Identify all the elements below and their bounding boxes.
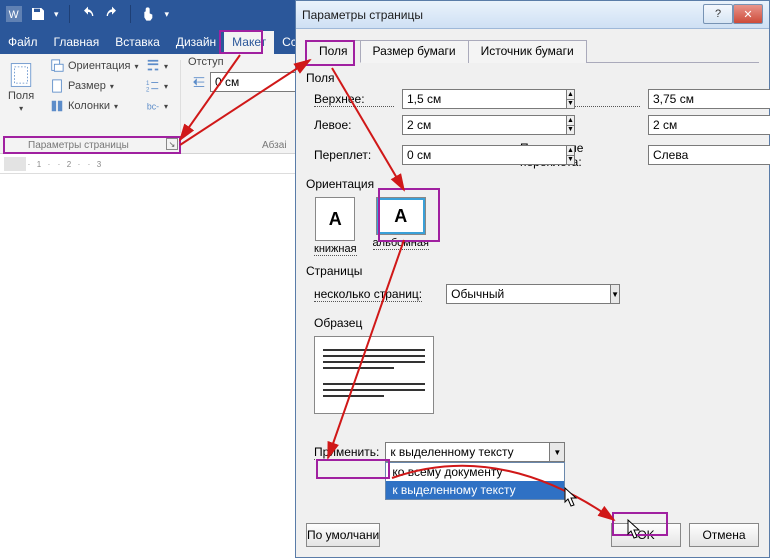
word-icon: W <box>6 6 22 22</box>
dlg-tab-paper[interactable]: Размер бумаги <box>360 40 469 63</box>
svg-text:bc-: bc- <box>147 102 159 112</box>
label-multipages: несколько страниц: <box>314 287 422 302</box>
input-gutter[interactable]: ▲▼ <box>402 145 512 165</box>
combo-gutterpos[interactable]: ▼ <box>648 145 748 165</box>
label-left: Левое: <box>314 118 394 132</box>
apply-option-selection[interactable]: к выделенному тексту <box>386 481 564 499</box>
apply-dropdown-list: ко всему документу к выделенному тексту <box>385 462 565 500</box>
qat-dropdown-icon[interactable]: ▾ <box>54 9 59 20</box>
indent-label: Отступ <box>188 56 276 68</box>
indent-left-row: ▲▼ <box>188 72 276 92</box>
tab-home[interactable]: Главная <box>46 31 108 54</box>
document-area[interactable] <box>0 174 295 558</box>
dialog-title: Параметры страницы <box>302 8 423 22</box>
margins-icon <box>8 62 34 88</box>
save-icon[interactable] <box>30 6 46 22</box>
orientation-button[interactable]: Ориентация▾ <box>46 56 142 76</box>
close-button[interactable]: ✕ <box>733 4 763 24</box>
orientation-icon <box>50 59 64 73</box>
tab-insert[interactable]: Вставка <box>107 31 168 54</box>
label-top: Верхнее: <box>314 92 394 107</box>
dialog-titlebar[interactable]: Параметры страницы ? ✕ <box>296 1 769 29</box>
qat-more-icon[interactable]: ▾ <box>165 9 170 20</box>
section-margins: Поля <box>306 71 759 85</box>
line-numbers-button[interactable]: 12▾ <box>142 76 172 96</box>
section-pages: Страницы <box>306 264 759 278</box>
combo-apply[interactable]: ▼ ко всему документу к выделенному текст… <box>385 442 565 462</box>
group-paragraph-label: Абзаі <box>262 140 287 151</box>
section-orientation: Ориентация <box>306 177 759 191</box>
size-icon <box>50 79 64 93</box>
ok-button[interactable]: OK <box>611 523 681 547</box>
svg-text:W: W <box>9 9 20 21</box>
cancel-button[interactable]: Отмена <box>689 523 759 547</box>
columns-button[interactable]: Колонки▾ <box>46 96 142 116</box>
breaks-button[interactable]: ▾ <box>142 56 172 76</box>
hyphenation-button[interactable]: bc-▾ <box>142 96 172 116</box>
indent-left-input[interactable]: ▲▼ <box>210 72 272 92</box>
svg-text:2: 2 <box>146 86 150 93</box>
dlg-tab-fields[interactable]: Поля <box>306 40 361 63</box>
ribbon-tabs: Файл Главная Вставка Дизайн Макет Ссы <box>0 28 295 54</box>
input-left[interactable]: ▲▼ <box>402 115 512 135</box>
preview-thumbnail <box>314 336 434 414</box>
tab-layout[interactable]: Макет <box>224 31 274 54</box>
dlg-tab-source[interactable]: Источник бумаги <box>468 40 587 63</box>
input-bottom[interactable]: ▲▼ <box>648 89 748 109</box>
hyphenation-icon: bc- <box>146 99 160 113</box>
margins-button[interactable]: Поля ▾ <box>2 58 40 117</box>
tab-file[interactable]: Файл <box>0 31 46 54</box>
page-setup-dialog: Параметры страницы ? ✕ Поля Размер бумаг… <box>295 0 770 558</box>
undo-icon[interactable] <box>80 6 96 22</box>
apply-option-whole[interactable]: ко всему документу <box>386 463 564 481</box>
orientation-portrait[interactable]: A книжная <box>314 197 357 256</box>
ribbon: Поля ▾ Ориентация▾ Размер▾ Колонки▾ ▾ 12… <box>0 54 295 154</box>
label-gutter: Переплет: <box>314 148 394 162</box>
indent-left-icon <box>192 75 206 89</box>
redo-icon[interactable] <box>104 6 120 22</box>
orientation-landscape[interactable]: A альбомная <box>373 197 429 256</box>
ruler: ·1·· 2··3 <box>0 154 295 174</box>
line-numbers-icon: 12 <box>146 79 160 93</box>
default-button[interactable]: По умолчани <box>306 523 380 547</box>
qat: W ▾ ▾ <box>0 0 295 28</box>
breaks-icon <box>146 59 160 73</box>
label-apply: Применить: <box>314 445 379 460</box>
input-top[interactable]: ▲▼ <box>402 89 512 109</box>
tab-design[interactable]: Дизайн <box>168 31 224 54</box>
size-button[interactable]: Размер▾ <box>46 76 142 96</box>
combo-multipages[interactable]: ▼ <box>446 284 606 304</box>
group-page-setup-label: Параметры страницы <box>28 140 129 151</box>
touch-mode-icon[interactable] <box>141 6 157 22</box>
dialog-tabs: Поля Размер бумаги Источник бумаги <box>306 39 759 63</box>
page-setup-launcher[interactable]: ↘ <box>166 138 178 150</box>
help-button[interactable]: ? <box>703 4 733 24</box>
section-preview: Образец <box>314 316 759 330</box>
input-right[interactable]: ▲▼ <box>648 115 748 135</box>
margins-label: Поля <box>8 90 34 102</box>
columns-icon <box>50 99 64 113</box>
